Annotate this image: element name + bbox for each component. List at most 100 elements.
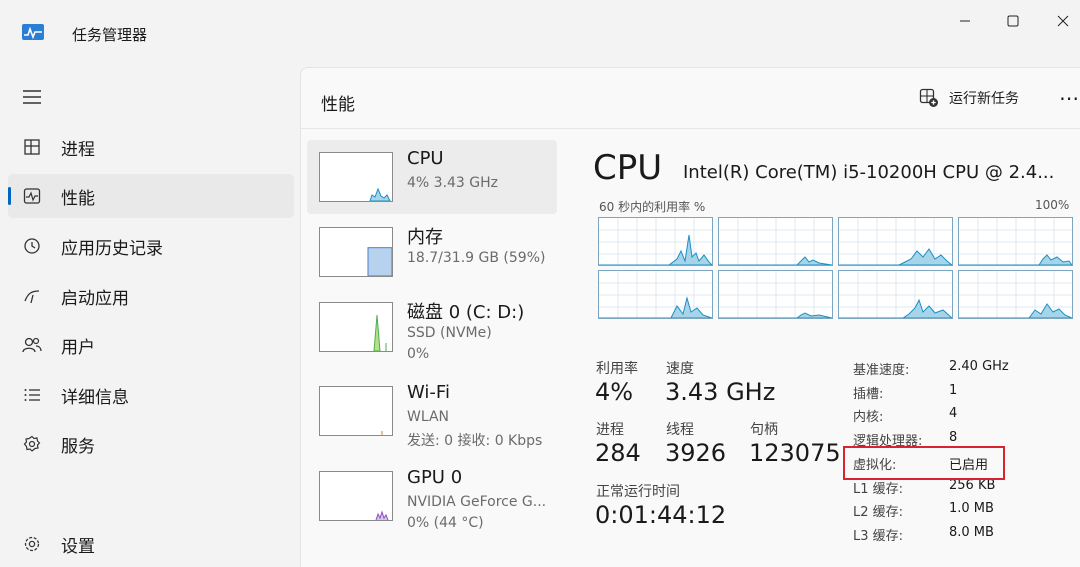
cpu-core-graph: [718, 217, 833, 266]
graph-max-label: 100%: [1035, 198, 1070, 212]
utilization-value: 4%: [595, 378, 634, 406]
wifi-thumbnail-graph: [319, 386, 393, 436]
spec-label: 基准速度:: [853, 363, 910, 378]
cpu-model: Intel(R) Core(TM) i5-10200H CPU @ 2.4...: [683, 162, 1055, 183]
resource-name: CPU: [407, 148, 444, 169]
disk-thumbnail-graph: [319, 302, 393, 352]
details-icon: [22, 385, 42, 405]
spec-value: 8: [949, 430, 958, 445]
startup-icon: [22, 286, 42, 306]
uptime-label: 正常运行时间: [596, 484, 680, 500]
processes-label: 进程: [596, 422, 624, 438]
spec-label: L2 缓存:: [853, 505, 904, 520]
virtualization-highlight-box: [843, 446, 1005, 480]
spec-value: 4: [949, 406, 958, 421]
cpu-title: CPU: [593, 148, 663, 188]
resource-detail: NVIDIA GeForce G...: [407, 494, 547, 510]
spec-label: L3 缓存:: [853, 529, 904, 544]
resource-detail: 0% (44 °C): [407, 515, 484, 531]
resource-item-cpu[interactable]: CPU 4% 3.43 GHz: [307, 140, 557, 214]
resource-detail: WLAN: [407, 409, 450, 425]
close-icon: [1057, 15, 1069, 27]
spec-label: 内核:: [853, 410, 884, 425]
handles-label: 句柄: [750, 422, 778, 438]
cpu-core-graph: [598, 217, 714, 266]
cpu-core-graph: [958, 270, 1073, 319]
resource-detail: 发送: 0 接收: 0 Kbps: [407, 433, 543, 449]
uptime-value: 0:01:44:12: [595, 501, 727, 529]
minimize-icon: [960, 20, 970, 22]
minimize-button[interactable]: [942, 6, 988, 36]
spec-value: 256 KB: [949, 478, 996, 493]
more-options-button[interactable]: ⋯: [1059, 86, 1080, 110]
cpu-core-graph: [598, 270, 713, 319]
spec-value: 8.0 MB: [949, 525, 994, 540]
gear-icon: [22, 534, 42, 554]
sidebar-item-startup[interactable]: 启动应用: [8, 274, 294, 318]
sidebar-item-processes[interactable]: 进程: [8, 125, 294, 169]
sidebar-item-label: 进程: [61, 139, 95, 160]
processes-value: 284: [595, 439, 641, 467]
sidebar-item-users[interactable]: 用户: [8, 323, 294, 367]
page-title: 性能: [321, 95, 355, 115]
performance-icon: [22, 186, 42, 206]
resource-item-disk[interactable]: 磁盘 0 (C: D:) SSD (NVMe) 0%: [307, 290, 557, 364]
resource-item-wifi[interactable]: Wi-Fi WLAN 发送: 0 接收: 0 Kbps: [307, 374, 557, 449]
graph-label: 60 秒内的利用率 %: [599, 200, 706, 214]
speed-value: 3.43 GHz: [665, 378, 776, 406]
resource-detail: SSD (NVMe): [407, 325, 492, 341]
cpu-core-graph: [958, 217, 1073, 266]
cpu-core-graph: [718, 270, 833, 319]
spec-value: 2.40 GHz: [949, 359, 1009, 374]
sidebar-item-services[interactable]: 服务: [8, 422, 294, 466]
sidebar-item-app-history[interactable]: 应用历史记录: [8, 224, 294, 268]
threads-label: 线程: [666, 422, 694, 438]
sidebar-item-label: 服务: [61, 436, 95, 457]
cpu-core-graph: [838, 270, 954, 319]
title-bar: 任务管理器: [0, 0, 1080, 66]
maximize-icon: [1007, 15, 1019, 27]
resource-name: Wi-Fi: [407, 382, 450, 403]
threads-value: 3926: [665, 439, 727, 467]
memory-thumbnail-graph: [319, 227, 393, 277]
resource-item-memory[interactable]: 内存 18.7/31.9 GB (59%): [307, 215, 557, 289]
task-manager-window: 任务管理器 进程 性能 应用历史记录 启动应用 用户 详细信息 服务 设置 性能…: [0, 0, 1080, 567]
cpu-thumbnail-graph: [319, 152, 393, 202]
maximize-button[interactable]: [990, 6, 1036, 36]
divider: [301, 128, 1080, 129]
sidebar-item-settings[interactable]: 设置: [8, 522, 294, 566]
sidebar-item-label: 详细信息: [61, 387, 129, 408]
sidebar-item-label: 用户: [61, 337, 95, 358]
spec-label: L1 缓存:: [853, 482, 904, 497]
speed-label: 速度: [666, 361, 694, 377]
users-icon: [22, 335, 42, 355]
run-task-icon: [919, 88, 938, 107]
run-new-task-button[interactable]: 运行新任务: [919, 88, 1019, 108]
close-button[interactable]: [1040, 6, 1080, 36]
sidebar-item-label: 性能: [61, 188, 95, 209]
sidebar-item-performance[interactable]: 性能: [8, 174, 294, 218]
spec-value: 1: [949, 383, 958, 398]
gpu-thumbnail-graph: [319, 471, 393, 521]
resource-detail: 4% 3.43 GHz: [407, 175, 499, 191]
settings-label: 设置: [61, 536, 95, 557]
sidebar-item-label: 启动应用: [61, 288, 129, 309]
resource-name: GPU 0: [407, 467, 463, 488]
performance-panel: 性能 运行新任务 ⋯ CPU 4% 3.43 GHz 内存 18.7/31.9 …: [300, 67, 1080, 567]
active-indicator: [8, 187, 11, 205]
services-icon: [22, 434, 42, 454]
resource-name: 内存: [407, 227, 443, 248]
resource-detail: 18.7/31.9 GB (59%): [407, 250, 546, 266]
run-new-task-label: 运行新任务: [949, 91, 1019, 107]
sidebar-item-label: 应用历史记录: [61, 238, 163, 259]
sidebar-item-details[interactable]: 详细信息: [8, 373, 294, 417]
resource-item-gpu[interactable]: GPU 0 NVIDIA GeForce G... 0% (44 °C): [307, 459, 557, 533]
resource-name: 磁盘 0 (C: D:): [407, 302, 525, 323]
app-title: 任务管理器: [72, 26, 148, 44]
spec-label: 插槽:: [853, 387, 884, 402]
hamburger-menu-icon[interactable]: [22, 88, 42, 106]
utilization-label: 利用率: [596, 361, 638, 377]
processes-icon: [22, 137, 42, 157]
spec-value: 1.0 MB: [949, 501, 994, 516]
cpu-core-graph: [838, 217, 954, 266]
